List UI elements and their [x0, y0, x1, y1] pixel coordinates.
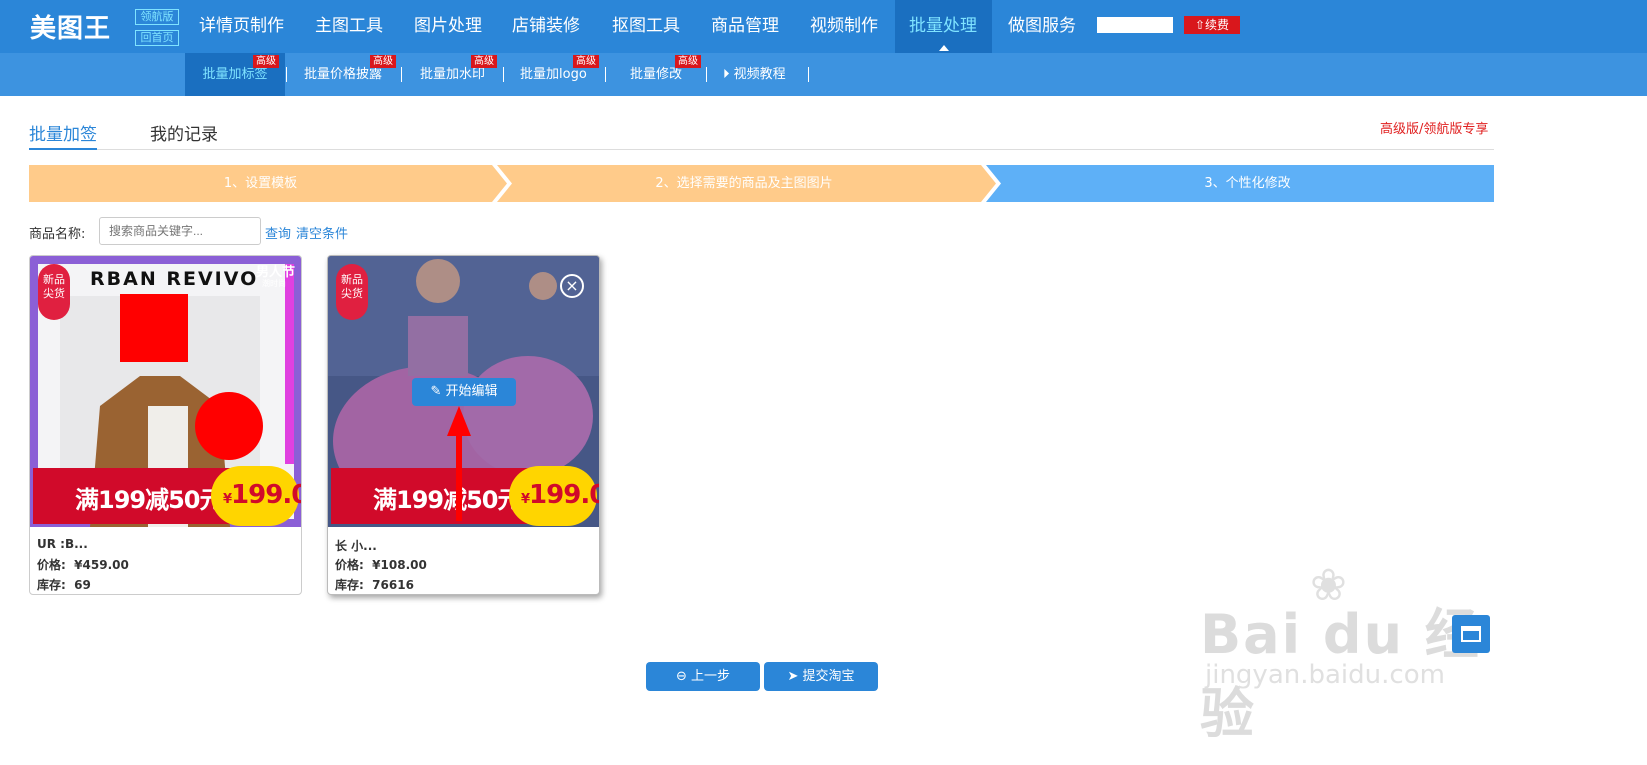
price-value: ¥459.00	[74, 558, 129, 572]
nav-video[interactable]: 视频制作	[796, 0, 892, 53]
search-label: 商品名称:	[29, 227, 86, 242]
start-edit-label: 开始编辑	[445, 384, 498, 399]
caret-up-icon	[938, 45, 949, 51]
submit-taobao-label: 提交淘宝	[802, 669, 855, 684]
subnav-video-tutorial[interactable]: ⏵ 视频教程	[723, 53, 786, 96]
prev-step-button[interactable]: ⊖ 上一步	[646, 662, 760, 691]
advanced-badge: 高级	[573, 55, 599, 68]
floating-window-button[interactable]	[1452, 615, 1490, 653]
divider	[286, 67, 287, 82]
sub-navbar: 批量加标签 高级 批量价格披露 高级 批量加水印 高级 批量加logo 高级 批…	[0, 53, 1647, 96]
product-image: RBAN REVIVO 男人节 潮时尚 新品尖货 满199减50元 ¥199.0	[30, 256, 301, 527]
brand-name: 美图王	[30, 14, 112, 44]
logo[interactable]: 美图王 领航版 回首页	[30, 8, 180, 48]
renew-label: 续费	[1205, 18, 1230, 32]
stock-label: 库存:	[37, 578, 66, 592]
send-icon: ➤	[787, 669, 799, 684]
edit-icon: ✎	[430, 384, 442, 399]
back-circle-icon: ⊖	[675, 669, 687, 684]
subnav-batch-tag-label: 批量加标签	[202, 67, 268, 82]
product-stock: 库存: 76616	[335, 576, 414, 593]
new-arrival-badge: 新品尖货	[38, 264, 70, 320]
advanced-badge: 高级	[471, 55, 497, 68]
currency-symbol: ¥	[223, 492, 232, 507]
nav-batch-process-label: 批量处理	[909, 16, 977, 36]
nav-shop-decor[interactable]: 店铺装修	[498, 0, 594, 53]
submit-taobao-button[interactable]: ➤ 提交淘宝	[764, 662, 878, 691]
search-input[interactable]	[99, 217, 261, 245]
price-label: 价格:	[37, 558, 66, 572]
product-price: 价格: ¥108.00	[335, 556, 427, 573]
product-title: UR :B...	[37, 537, 88, 551]
edition-badge: 领航版	[135, 9, 179, 25]
promo-price-value: 199.0	[231, 480, 301, 510]
new-arrival-badge: 新品尖货	[336, 264, 368, 320]
step-1-label: 1、设置模板	[223, 176, 298, 191]
clear-conditions-link[interactable]: 清空条件	[296, 223, 348, 242]
renew-button[interactable]: ⇧续费	[1184, 16, 1240, 34]
price-label: 价格:	[335, 558, 364, 572]
product-image: 新品尖货 × 满199减50元 ¥199.0 ✎ 开始编辑	[328, 256, 599, 527]
product-price: 价格: ¥459.00	[37, 556, 129, 573]
tab-divider	[29, 149, 1494, 150]
nav-design-service[interactable]: 做图服务	[994, 0, 1090, 53]
page: 美图王 领航版 回首页 详情页制作 主图工具 图片处理 店铺装修 抠图工具 商品…	[0, 0, 1647, 765]
advanced-badge: 高级	[370, 55, 396, 68]
tab-my-records[interactable]: 我的记录	[150, 120, 218, 145]
product-card[interactable]: RBAN REVIVO 男人节 潮时尚 新品尖货 满199减50元 ¥199.0…	[29, 255, 302, 595]
nav-batch-process[interactable]: 批量处理	[895, 0, 992, 53]
corner-sub: 潮时尚	[262, 279, 286, 288]
window-icon	[1461, 626, 1481, 642]
stock-value: 76616	[372, 578, 414, 592]
home-link[interactable]: 回首页	[135, 30, 179, 46]
divider	[808, 67, 809, 82]
product-stock: 库存: 69	[37, 576, 91, 593]
top-navbar: 美图王 领航版 回首页 详情页制作 主图工具 图片处理 店铺装修 抠图工具 商品…	[0, 0, 1647, 53]
stock-label: 库存:	[335, 578, 364, 592]
red-pointer-arrow-icon	[447, 406, 471, 521]
divider	[503, 67, 504, 82]
promo-price-value: 199.0	[529, 480, 599, 510]
vip-note: 高级版/领航版专享	[1380, 122, 1489, 137]
tab-batch-tag[interactable]: 批量加签	[29, 120, 97, 145]
promo-price: ¥199.0	[521, 480, 599, 510]
play-circle-icon: ⏵	[723, 67, 730, 82]
user-name-box[interactable]	[1097, 17, 1173, 33]
step-progress: 1、设置模板 2、选择需要的商品及主图图片 3、个性化修改	[29, 165, 1494, 202]
nav-main-image-tool[interactable]: 主图工具	[301, 0, 397, 53]
advanced-badge: 高级	[253, 55, 279, 68]
promo-banner: 满199减50元 ¥199.0	[33, 466, 301, 526]
nav-detail-page[interactable]: 详情页制作	[185, 0, 298, 53]
brand-text: RBAN REVIVO	[90, 268, 259, 290]
step-2-label: 2、选择需要的商品及主图图片	[655, 176, 833, 191]
query-link[interactable]: 查询	[265, 223, 291, 242]
nav-product-manage[interactable]: 商品管理	[697, 0, 793, 53]
step-3-label: 3、个性化修改	[1204, 176, 1291, 191]
close-icon[interactable]: ×	[560, 274, 584, 298]
prev-step-label: 上一步	[691, 669, 731, 684]
divider	[605, 67, 606, 82]
nav-cutout-tool[interactable]: 抠图工具	[598, 0, 694, 53]
active-tab-indicator	[29, 148, 97, 150]
start-edit-button[interactable]: ✎ 开始编辑	[412, 378, 516, 406]
divider	[401, 67, 402, 82]
divider	[706, 67, 707, 82]
watermark-url: jingyan.baidu.com	[1205, 660, 1445, 690]
promo-price: ¥199.0	[223, 480, 301, 510]
upload-arrow-icon: ⇧	[1194, 18, 1206, 32]
subnav-video-tutorial-label: 视频教程	[733, 67, 786, 82]
stock-value: 69	[74, 578, 91, 592]
nav-image-process[interactable]: 图片处理	[400, 0, 496, 53]
product-title: 长 小...	[335, 539, 377, 553]
currency-symbol: ¥	[521, 492, 530, 507]
price-value: ¥108.00	[372, 558, 427, 572]
product-card[interactable]: 新品尖货 × 满199减50元 ¥199.0 ✎ 开始编辑 长 小... 价格:…	[327, 255, 600, 595]
advanced-badge: 高级	[675, 55, 701, 68]
promo-text: 满199减50元	[75, 486, 223, 514]
